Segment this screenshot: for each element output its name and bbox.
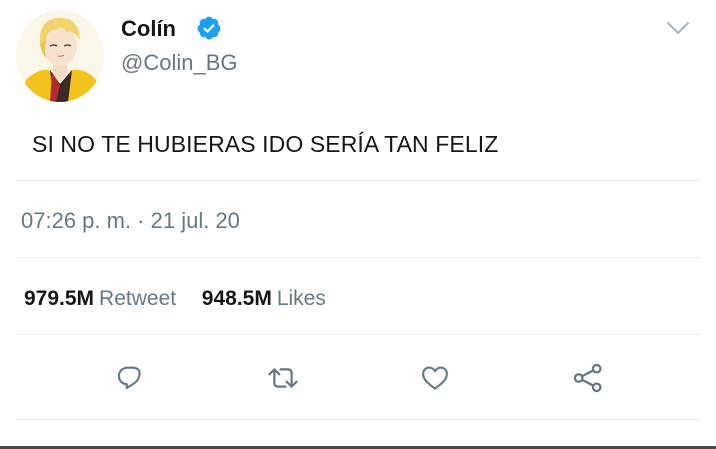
user-handle[interactable]: @Colin_BG (121, 50, 238, 76)
likes-count: 948.5M (201, 287, 272, 310)
share-icon (573, 363, 602, 393)
retweet-icon (268, 368, 298, 388)
tweet-text: SI NO TE HUBIERAS IDO SERÍA TAN FELIZ (32, 131, 499, 157)
retweet-button[interactable] (263, 358, 303, 398)
divider (16, 334, 700, 335)
verified-badge-icon (197, 16, 221, 40)
divider (16, 419, 700, 420)
like-button[interactable] (415, 358, 455, 398)
reply-icon (117, 366, 141, 390)
reply-button[interactable] (110, 358, 150, 398)
heart-icon (422, 366, 448, 390)
likes-label: Likes (276, 287, 326, 310)
tweet-stats: 979.5M Retweet 948.5M Likes (24, 285, 326, 313)
likes-stat[interactable]: 948.5M Likes (202, 287, 326, 310)
user-name[interactable]: Colín (121, 16, 176, 42)
divider (16, 180, 700, 181)
avatar-illustration (16, 10, 104, 102)
avatar[interactable] (16, 10, 104, 102)
chevron-down-icon[interactable] (663, 17, 693, 39)
retweets-label: Retweet (99, 287, 177, 310)
share-button[interactable] (568, 358, 608, 398)
tweet-card: Colín @Colin_BG SI NO TE HUBIERAS IDO SE… (0, 0, 716, 449)
tweet-timestamp[interactable]: 07:26 p. m. · 21 jul. 20 (21, 207, 240, 235)
retweets-stat[interactable]: 979.5M Retweet (24, 287, 182, 310)
divider (16, 257, 700, 258)
retweets-count: 979.5M (24, 287, 95, 310)
